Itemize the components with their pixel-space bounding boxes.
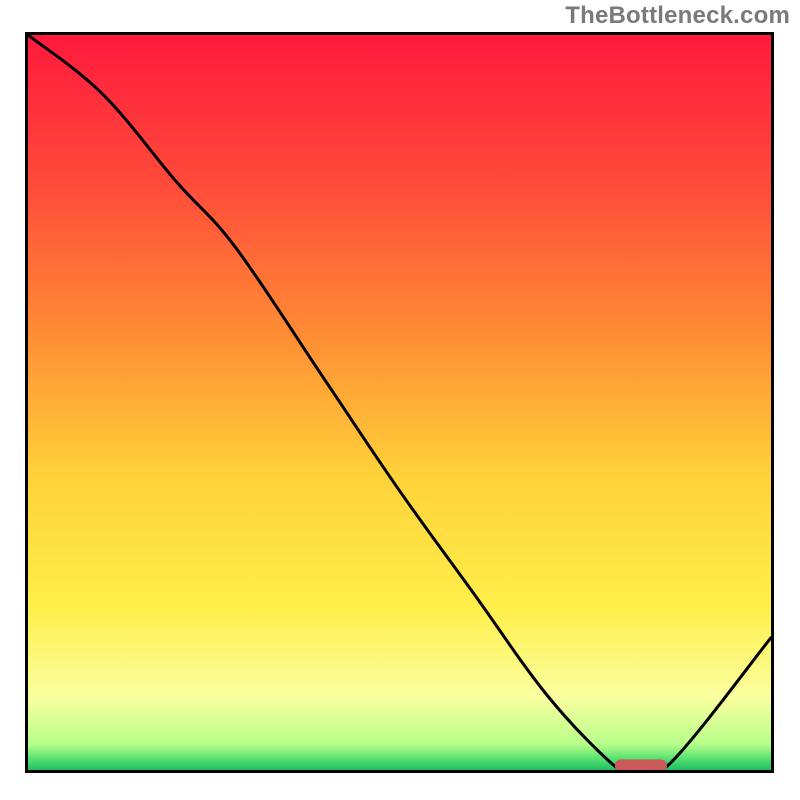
plot-area	[25, 32, 774, 773]
chart-container: TheBottleneck.com	[0, 0, 800, 800]
watermark-text: TheBottleneck.com	[565, 2, 790, 30]
optimal-marker	[28, 35, 771, 770]
